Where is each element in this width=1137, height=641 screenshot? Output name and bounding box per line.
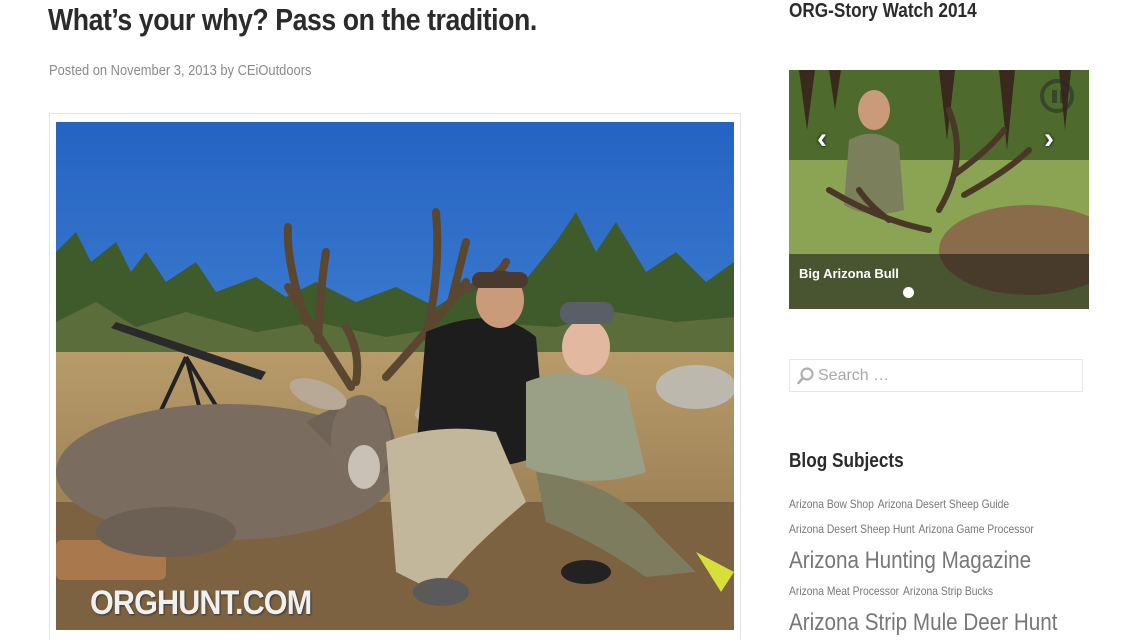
tag-link[interactable]: Arizona Desert Sheep Guide xyxy=(878,497,1009,511)
post-meta: Posted on November 3, 2013 by CEiOutdoor… xyxy=(49,62,354,79)
slide-caption-bar: Big Arizona Bull xyxy=(789,254,1089,309)
post-author-link[interactable]: CEiOutdoors xyxy=(238,62,312,79)
tag-link[interactable]: Arizona Bow Shop xyxy=(789,497,874,511)
chevron-right-icon[interactable]: › xyxy=(1044,122,1054,156)
tag-link[interactable]: Arizona Strip Mule Deer Hunt xyxy=(789,609,1057,636)
meta-by: by xyxy=(216,62,238,79)
pause-icon[interactable] xyxy=(1040,79,1074,113)
tag-link[interactable]: Arizona Desert Sheep Hunt xyxy=(789,522,915,536)
hunting-photo-illustration xyxy=(56,122,734,630)
slide-dot-indicator[interactable] xyxy=(903,287,914,298)
tag-link[interactable]: Arizona Game Processor xyxy=(918,522,1033,536)
post-image-frame: ORGHUNT.COM xyxy=(49,113,741,639)
slide-caption[interactable]: Big Arizona Bull xyxy=(799,266,899,281)
tag-cloud: Arizona Bow Shop Arizona Desert Sheep Gu… xyxy=(789,492,1089,641)
image-watermark: ORGHUNT.COM xyxy=(90,584,312,622)
post-featured-image[interactable]: ORGHUNT.COM xyxy=(56,122,734,630)
story-widget-title-text: ORG-Story Watch 2014 xyxy=(789,0,977,22)
chevron-left-icon[interactable]: ‹ xyxy=(817,122,827,156)
blog-subjects-title: Blog Subjects xyxy=(789,450,922,473)
post-date-link[interactable]: November 3, 2013 xyxy=(111,62,217,79)
search-form xyxy=(789,359,1083,392)
tag-link[interactable]: Arizona Hunting Magazine xyxy=(789,547,1031,574)
tag-link[interactable]: Arizona Meat Processor xyxy=(789,584,899,598)
post-title-text[interactable]: What’s your why? Pass on the tradition. xyxy=(48,2,537,38)
meta-prefix: Posted on xyxy=(49,62,111,79)
post-title[interactable]: What’s your why? Pass on the tradition. xyxy=(48,2,616,38)
tag-link[interactable]: Arizona Strip Bucks xyxy=(903,584,993,598)
story-widget-title: ORG-Story Watch 2014 xyxy=(789,0,1007,23)
search-input[interactable] xyxy=(818,360,1078,391)
story-slider[interactable]: ‹ › Big Arizona Bull xyxy=(789,70,1089,309)
blog-subjects-title-text: Blog Subjects xyxy=(789,450,904,472)
search-icon xyxy=(797,367,814,385)
